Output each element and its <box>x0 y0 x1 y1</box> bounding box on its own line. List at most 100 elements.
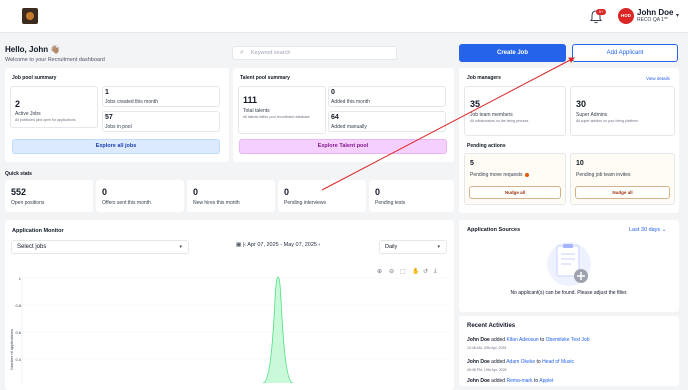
added-manually-label: Added manually <box>331 124 367 130</box>
job-team-desc: All collaborators on the hiring process <box>470 119 529 123</box>
applications-chart: 1 0.8 0.6 0.4 Number of applications <box>9 276 450 383</box>
total-talents-label: Total talents <box>243 108 270 114</box>
add-applicant-button[interactable]: Add Applicant <box>572 44 678 62</box>
stat-value: 0 <box>375 187 381 197</box>
super-admins-desc: All super admins on your hiring platform <box>576 119 638 123</box>
stat-pending-tests: 0 Pending tests <box>369 180 454 212</box>
stat-new-hires: 0 New hires this month <box>187 180 275 212</box>
stat-value: 0 <box>102 187 108 197</box>
job-managers-title: Job managers <box>467 75 501 81</box>
stat-pending-interviews: 0 Pending interviews <box>278 180 366 212</box>
pending-invites-label: Pending job team invites <box>576 172 631 178</box>
jobs-in-pool-count: 57 <box>105 114 113 121</box>
talent-pool-title: Talent pool summary <box>240 75 290 81</box>
activity-subject-link[interactable]: Adam Okeke <box>506 359 535 365</box>
pending-move-label: Pending move requests <box>470 172 523 178</box>
activity-item: John Doe added Kifan Adeosun to Obemilek… <box>467 337 590 343</box>
search-placeholder: Keyword search <box>251 50 291 56</box>
super-admins-tile <box>570 86 675 136</box>
warning-icon <box>524 172 529 177</box>
user-name[interactable]: John Doe <box>637 8 673 17</box>
pending-invites-count: 10 <box>576 160 584 167</box>
stat-value: 0 <box>284 187 290 197</box>
stat-label: New hires this month <box>193 200 240 206</box>
stat-value: 0 <box>193 187 199 197</box>
search-input[interactable]: ⌕ Keyword search <box>232 46 397 60</box>
explore-jobs-button[interactable]: Explore all jobs <box>12 139 220 154</box>
pending-actions-title: Pending actions <box>467 143 506 149</box>
series-area <box>263 277 293 383</box>
jobs-created-count: 1 <box>105 89 109 96</box>
greeting-subtitle: Welcome to your Recruitment dashboard <box>5 57 105 63</box>
application-monitor-title: Application Monitor <box>12 228 64 234</box>
active-jobs-desc: All published jobs open for applications <box>15 118 76 122</box>
application-sources-title: Application Sources <box>467 227 521 233</box>
total-talents-count: 111 <box>243 95 258 105</box>
talent-pool-card: Talent pool summary 111 Total talents Al… <box>233 68 454 162</box>
total-talents-desc: All talents within your recruitment data… <box>243 115 310 119</box>
greeting-title: Hello, John 👋🏽 <box>5 45 61 54</box>
date-next-icon[interactable]: › <box>318 242 320 248</box>
activity-item: John Doe added Rema-mark to Applet <box>467 378 554 384</box>
job-team-count: 35 <box>470 99 481 109</box>
job-pool-title: Job pool summary <box>12 75 57 81</box>
create-job-button[interactable]: Create Job <box>459 44 566 62</box>
stat-open-positions: 552 Open positions <box>5 180 93 212</box>
job-pool-card: Job pool summary 2 Active Jobs All publi… <box>5 68 229 162</box>
explore-talent-pool-button[interactable]: Explore Talent pool <box>239 139 447 154</box>
stat-offers-sent: 0 Offers sent this month <box>96 180 184 212</box>
frequency-label: Daily <box>385 244 398 250</box>
nudge-move-requests-button[interactable]: Nudge all <box>469 186 561 199</box>
job-team-tile <box>464 86 566 136</box>
company-logo[interactable] <box>22 8 38 24</box>
frequency-dropdown[interactable]: Daily ▾ <box>379 240 447 254</box>
user-organization: RECO QA 1** <box>637 17 668 23</box>
quick-stats-title: Quick stats <box>5 171 32 177</box>
activity-item: John Doe added Adam Okeke to Head of Mus… <box>467 359 575 365</box>
added-month-count: 0 <box>331 89 335 96</box>
select-jobs-dropdown[interactable]: Select jobs ▾ <box>11 240 189 254</box>
pending-move-count: 5 <box>470 160 474 167</box>
activity-time: 08:48 PM, 19th Apr, 2025 <box>467 368 507 372</box>
active-jobs-count: 2 <box>15 99 21 109</box>
y-tick-label: 0.8 <box>15 303 21 308</box>
y-tick-label: 0.4 <box>15 357 21 362</box>
view-details-link[interactable]: View details <box>646 76 670 81</box>
top-bar: 9+ HOD John Doe RECO QA 1** ▾ <box>0 0 688 33</box>
date-filter-dropdown[interactable]: Last 30 days ⌄ <box>629 227 666 233</box>
recent-activities-card: Recent Activities John Doe added Kifan A… <box>459 316 679 386</box>
activity-subject-link[interactable]: Rema-mark <box>506 378 532 384</box>
chevron-down-icon[interactable]: ▾ <box>676 12 679 19</box>
jobs-in-pool-label: Jobs in pool <box>105 124 132 130</box>
select-jobs-label: Select jobs <box>17 244 47 250</box>
nudge-invites-button[interactable]: Nudge all <box>575 186 670 199</box>
stat-value: 552 <box>11 187 27 197</box>
job-team-label: Job team members <box>470 112 513 118</box>
added-manually-count: 64 <box>331 114 339 121</box>
activity-target-link[interactable]: Head of Music <box>542 359 574 365</box>
application-sources-card: Application Sources Last 30 days ⌄ No ap… <box>459 220 679 312</box>
activity-target-link[interactable]: Applet <box>539 378 553 384</box>
empty-state-text: No applicant(s) can be found. Please adj… <box>510 290 628 296</box>
super-admins-count: 30 <box>576 99 587 109</box>
stat-label: Pending interviews <box>284 200 326 206</box>
job-managers-card: Job managers View details 35 Job team me… <box>459 68 679 213</box>
super-admins-label: Super Admins <box>576 112 608 118</box>
stat-label: Open positions <box>11 200 45 206</box>
jobs-created-label: Jobs created this month <box>105 99 159 105</box>
avatar[interactable]: HOD <box>618 8 634 24</box>
search-icon: ⌕ <box>240 49 244 56</box>
date-range-text: Apr 07, 2025 - May 07, 2025 <box>247 242 317 248</box>
empty-clipboard-icon <box>547 242 591 286</box>
stat-label: Pending tests <box>375 200 406 206</box>
activity-subject-link[interactable]: Kifan Adeosun <box>506 337 538 343</box>
y-tick-label: 0.6 <box>15 330 21 335</box>
added-month-label: Added this month <box>331 99 370 105</box>
chevron-down-icon: ▾ <box>437 244 440 250</box>
activity-target-link[interactable]: Obemileke Test Job <box>546 337 590 343</box>
date-range-picker[interactable]: ▦ |‹ Apr 07, 2025 - May 07, 2025 › <box>236 242 320 248</box>
notification-badge: 9+ <box>596 9 606 15</box>
y-axis-label: Number of applications <box>9 329 14 370</box>
y-tick-label: 1 <box>19 276 22 281</box>
calendar-icon: ▦ <box>236 242 242 248</box>
